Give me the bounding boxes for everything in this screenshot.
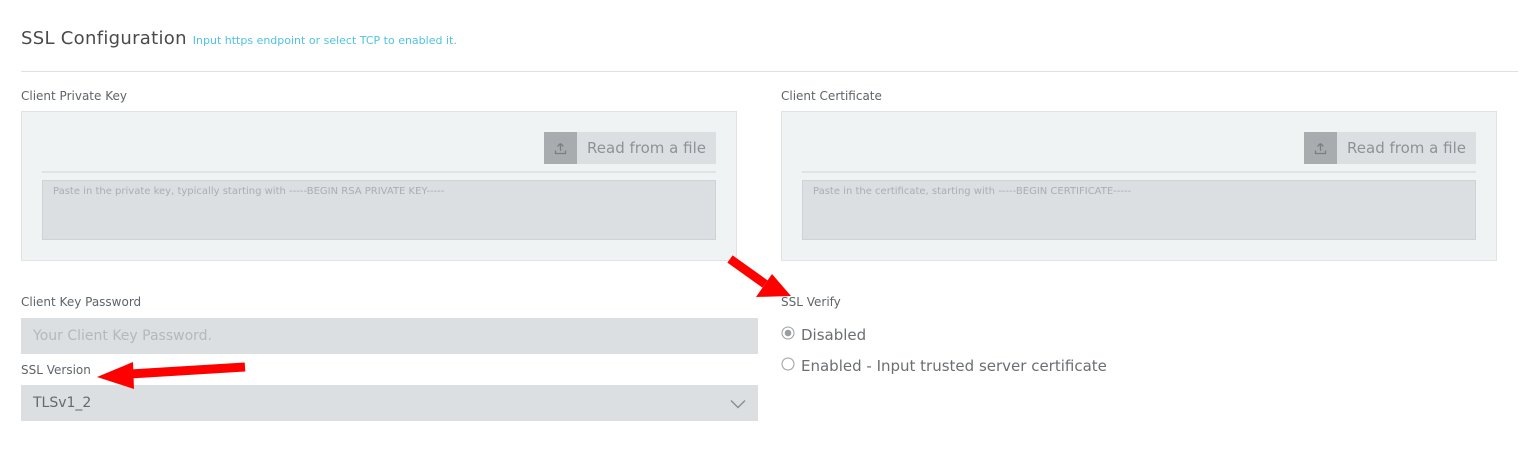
certificate-read-file-button[interactable]: Read from a file [1304,132,1476,164]
ssl-verify-option-enabled[interactable]: Enabled - Input trusted server certifica… [781,356,1107,375]
ssl-version-select[interactable]: TLSv1_2 [21,385,758,421]
chevron-down-icon [730,394,746,413]
client-private-key-panel: Read from a file [21,111,737,261]
radio-label: Enabled - Input trusted server certifica… [801,356,1107,375]
ssl-version-selected-value: TLSv1_2 [33,395,92,411]
radio-unchecked-icon [781,356,795,375]
client-key-password-label: Client Key Password [21,295,142,309]
upload-icon [544,132,578,164]
ssl-config-header: SSL Configuration Input https endpoint o… [21,28,457,49]
ssl-version-label: SSL Version [21,363,91,377]
client-certificate-label: Client Certificate [781,89,882,103]
panel-divider [802,171,1476,173]
client-certificate-panel: Read from a file [781,111,1497,261]
upload-icon [1304,132,1338,164]
client-key-password-input[interactable] [21,318,758,354]
radio-checked-icon [781,325,795,344]
ssl-verify-option-disabled[interactable]: Disabled [781,325,866,344]
section-title: SSL Configuration [21,28,187,49]
section-hint: Input https endpoint or select TCP to en… [192,34,457,47]
ssl-verify-label: SSL Verify [781,295,841,309]
panel-divider [42,171,716,173]
read-file-label: Read from a file [1337,132,1476,164]
arrow-to-ssl-verify [727,255,791,297]
certificate-textarea[interactable] [802,180,1476,240]
read-file-label: Read from a file [577,132,716,164]
private-key-read-file-button[interactable]: Read from a file [544,132,716,164]
client-private-key-label: Client Private Key [21,89,127,103]
radio-label: Disabled [801,325,867,344]
header-divider [21,71,1518,72]
private-key-textarea[interactable] [42,180,716,240]
